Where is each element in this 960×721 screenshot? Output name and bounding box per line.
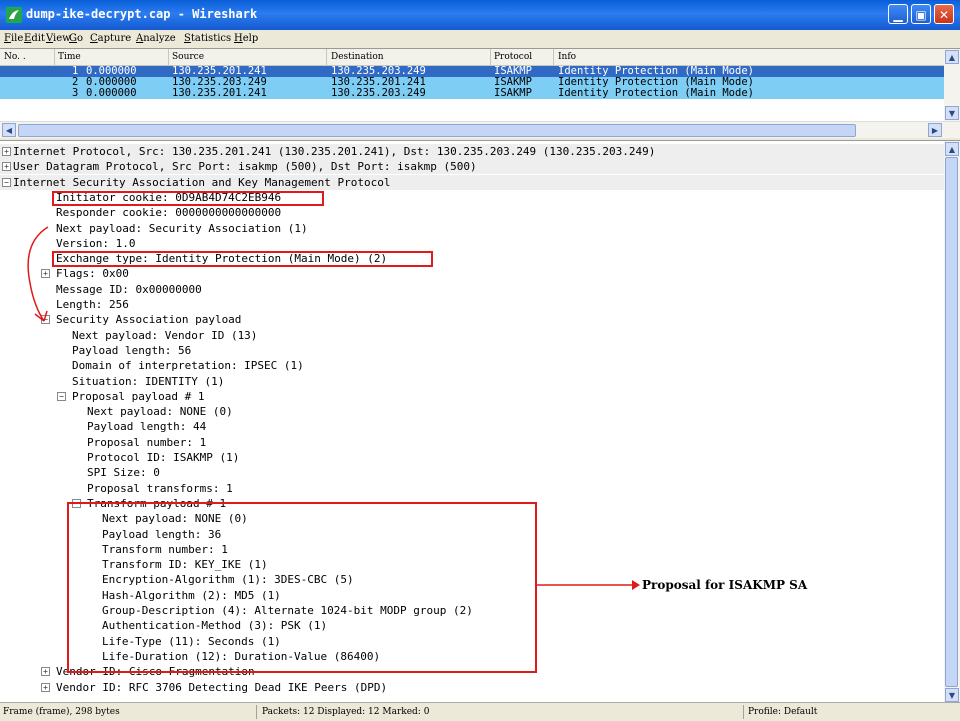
close-icon: ✕ <box>938 8 950 22</box>
close-button[interactable]: ✕ <box>934 4 954 24</box>
scroll-down-icon[interactable]: ▼ <box>945 688 959 702</box>
hscroll-thumb[interactable] <box>18 124 856 137</box>
menu-item-label: ile <box>10 33 24 44</box>
window-title: dump-ike-decrypt.cap - Wireshark <box>26 7 258 21</box>
annotation-label: Proposal for ISAKMP SA <box>642 578 808 592</box>
scroll-left-icon[interactable]: ◀ <box>2 123 16 137</box>
packet-list: No. . Time Source Destination Protocol I… <box>0 48 960 138</box>
maximize-icon: ▣ <box>915 8 927 22</box>
col-time[interactable]: Time <box>58 52 81 62</box>
packet-list-vscroll[interactable]: ▲ ▼ <box>944 49 960 121</box>
minimize-icon: ▁ <box>893 8 903 22</box>
scroll-up-icon[interactable]: ▲ <box>945 142 959 156</box>
packet-cell-dst: 130.235.203.249 <box>331 87 426 99</box>
menu-item-hotkey: G <box>69 33 77 44</box>
vscroll-thumb[interactable] <box>945 157 958 687</box>
menu-item-label: o <box>77 33 84 44</box>
menu-item-label: nalyze <box>143 33 176 44</box>
packet-details-tree: + Internet Protocol, Src: 130.235.201.241… <box>0 140 960 703</box>
menu-item[interactable]: Help <box>234 33 258 44</box>
menu-item-label: apture <box>97 33 132 44</box>
menu-item-hotkey: H <box>234 33 243 44</box>
minimize-button[interactable]: ▁ <box>888 4 908 24</box>
scroll-down-icon[interactable]: ▼ <box>945 106 959 120</box>
packet-row[interactable]: 2 0.000000 130.235.203.249 130.235.201.241 I… <box>0 77 944 88</box>
proposal-arrow-head <box>632 580 640 590</box>
menu-item-hotkey: F <box>4 33 11 44</box>
scroll-right-icon[interactable]: ▶ <box>928 123 942 137</box>
menu-item-hotkey: V <box>46 33 54 44</box>
packet-cell-time: 0.000000 <box>86 87 137 99</box>
details-vscroll[interactable]: ▲ ▼ <box>944 141 960 703</box>
menu-item[interactable]: Statistics <box>184 33 231 44</box>
title-bar[interactable]: dump-ike-decrypt.cap - Wireshark ▁ ▣ ✕ <box>0 0 960 30</box>
status-frame: Frame (frame), 298 bytes <box>3 707 120 717</box>
packet-cell-src: 130.235.201.241 <box>172 87 267 99</box>
maximize-button[interactable]: ▣ <box>911 4 931 24</box>
menu-item-label: elp <box>242 33 259 44</box>
menu-item[interactable]: Edit <box>24 33 45 44</box>
status-profile[interactable]: Profile: Default <box>748 707 817 717</box>
col-no[interactable]: No. . <box>4 52 26 62</box>
status-bar: Frame (frame), 298 bytes Packets: 12 Dis… <box>0 702 960 721</box>
wireshark-window: dump-ike-decrypt.cap - Wireshark ▁ ▣ ✕ F… <box>0 0 960 721</box>
menu-bar: File Edit View Go Capture Analyze Statistics He… <box>0 30 960 48</box>
packet-row[interactable]: 1 0.000000 130.235.201.241 130.235.203.249 I… <box>0 66 944 77</box>
menu-item-label: dit <box>31 33 45 44</box>
packet-cell-info: Identity Protection (Main Mode) <box>558 87 754 99</box>
wireshark-fin-icon <box>6 7 22 23</box>
menu-item-hotkey: S <box>184 33 191 44</box>
packet-list-header: No. . Time Source Destination Protocol I… <box>0 49 944 66</box>
menu-item[interactable]: Analyze <box>136 33 176 44</box>
col-protocol[interactable]: Protocol <box>494 52 532 62</box>
scroll-up-icon[interactable]: ▲ <box>945 50 959 64</box>
col-destination[interactable]: Destination <box>331 52 384 62</box>
col-info[interactable]: Info <box>558 52 576 62</box>
curved-arrow-line <box>27 226 49 322</box>
col-source[interactable]: Source <box>172 52 204 62</box>
packet-cell-proto: ISAKMP <box>494 87 532 99</box>
status-packets: Packets: 12 Displayed: 12 Marked: 0 <box>262 707 430 717</box>
packet-cell-no: 3 <box>72 87 79 99</box>
menu-item[interactable]: View <box>46 33 71 44</box>
menu-item[interactable]: Capture <box>90 33 131 44</box>
menu-item-label: tatistics <box>190 33 232 44</box>
packet-row[interactable]: 3 0.000000 130.235.201.241 130.235.203.249 I… <box>0 88 944 99</box>
menu-item[interactable]: Go <box>69 33 83 44</box>
menu-item[interactable]: File <box>4 33 23 44</box>
annotation-arrows <box>27 226 640 590</box>
menu-item-hotkey: C <box>90 33 98 44</box>
packet-list-hscroll[interactable]: ◀ ▶ <box>0 121 960 138</box>
